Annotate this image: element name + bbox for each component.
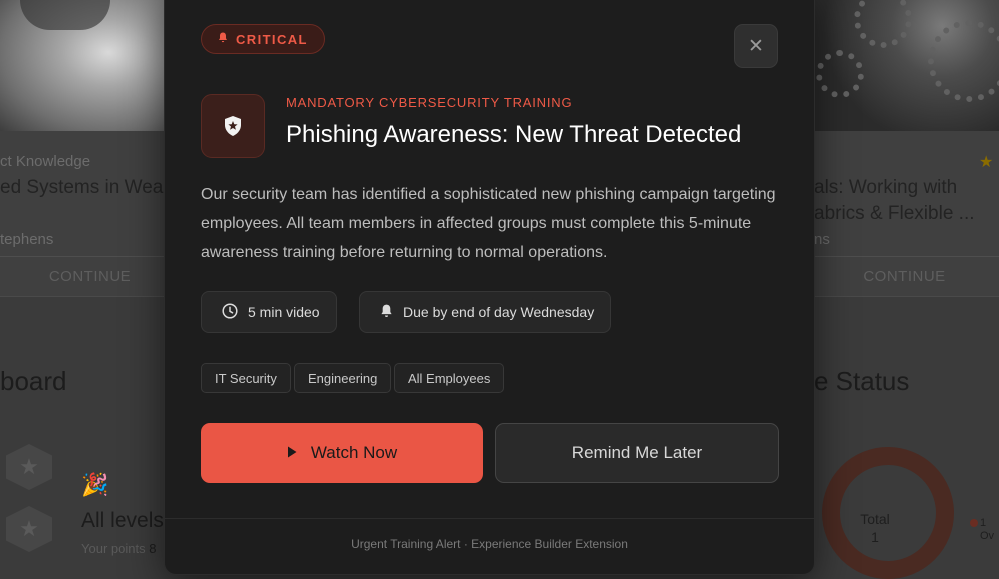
modal-description: Our security team has identified a sophi… bbox=[201, 186, 776, 261]
leaderboard-heading: board bbox=[0, 366, 67, 396]
watch-now-label: Watch Now bbox=[310, 443, 398, 462]
points-label: Your points 8 bbox=[81, 541, 157, 556]
modal-footer: Urgent Training Alert · Experience Build… bbox=[351, 537, 628, 551]
audience-tag: Engineering bbox=[294, 363, 392, 393]
watch-now-button[interactable]: Watch Now bbox=[201, 423, 483, 483]
course-category: ct Knowledge bbox=[0, 153, 91, 170]
star-badge-icon: ★ bbox=[6, 444, 52, 490]
donut-total-label: Total bbox=[860, 511, 890, 527]
legend-dot bbox=[970, 519, 978, 527]
due-date-chip: Due by end of day Wednesday bbox=[359, 291, 612, 333]
remind-later-button[interactable]: Remind Me Later bbox=[495, 423, 779, 483]
remind-later-label: Remind Me Later bbox=[571, 443, 703, 462]
audience-tag: All Employees bbox=[394, 363, 505, 393]
status-heading: e Status bbox=[814, 366, 910, 396]
training-alert-modal: CRITICAL ✕ MANDATORY CYBERSECURITY TRAIN… bbox=[164, 0, 815, 575]
bell-icon bbox=[380, 304, 393, 321]
close-button[interactable]: ✕ bbox=[734, 24, 778, 68]
continue-button-right[interactable]: CONTINUE bbox=[810, 256, 999, 295]
shield-star-icon bbox=[201, 94, 265, 158]
due-label: Due by end of day Wednesday bbox=[403, 304, 595, 320]
course-title: ed Systems in Weara bbox=[0, 177, 181, 198]
course-author: ns bbox=[814, 231, 830, 248]
course-thumbnail-left bbox=[0, 0, 180, 131]
star-badge-icon: ★ bbox=[6, 506, 52, 552]
bell-icon bbox=[218, 32, 228, 46]
course-title-line2: abrics & Flexible ... bbox=[814, 203, 975, 224]
modal-title: Phishing Awareness: New Threat Detected bbox=[286, 121, 742, 148]
duration-label: 5 min video bbox=[248, 304, 320, 320]
legend-count: 1 bbox=[980, 517, 987, 529]
course-author: tephens bbox=[0, 231, 54, 248]
severity-label: CRITICAL bbox=[236, 31, 308, 47]
legend-label: Ov bbox=[980, 530, 995, 542]
footer-divider bbox=[165, 518, 814, 519]
audience-tag: IT Security bbox=[201, 363, 291, 393]
course-thumbnail-right bbox=[810, 0, 999, 131]
training-category: MANDATORY CYBERSECURITY TRAINING bbox=[286, 95, 573, 110]
severity-badge: CRITICAL bbox=[201, 24, 325, 54]
continue-button-left[interactable]: CONTINUE bbox=[0, 256, 180, 295]
levels-label: All levels bbox=[81, 509, 164, 532]
close-icon: ✕ bbox=[748, 35, 764, 57]
play-icon bbox=[287, 443, 297, 463]
course-title-line1: als: Working with bbox=[814, 177, 958, 198]
party-icon: 🎉 bbox=[81, 472, 109, 497]
donut-total-value: 1 bbox=[871, 529, 879, 545]
star-icon: ★ bbox=[979, 154, 994, 171]
clock-icon bbox=[222, 302, 238, 322]
duration-chip: 5 min video bbox=[201, 291, 337, 333]
